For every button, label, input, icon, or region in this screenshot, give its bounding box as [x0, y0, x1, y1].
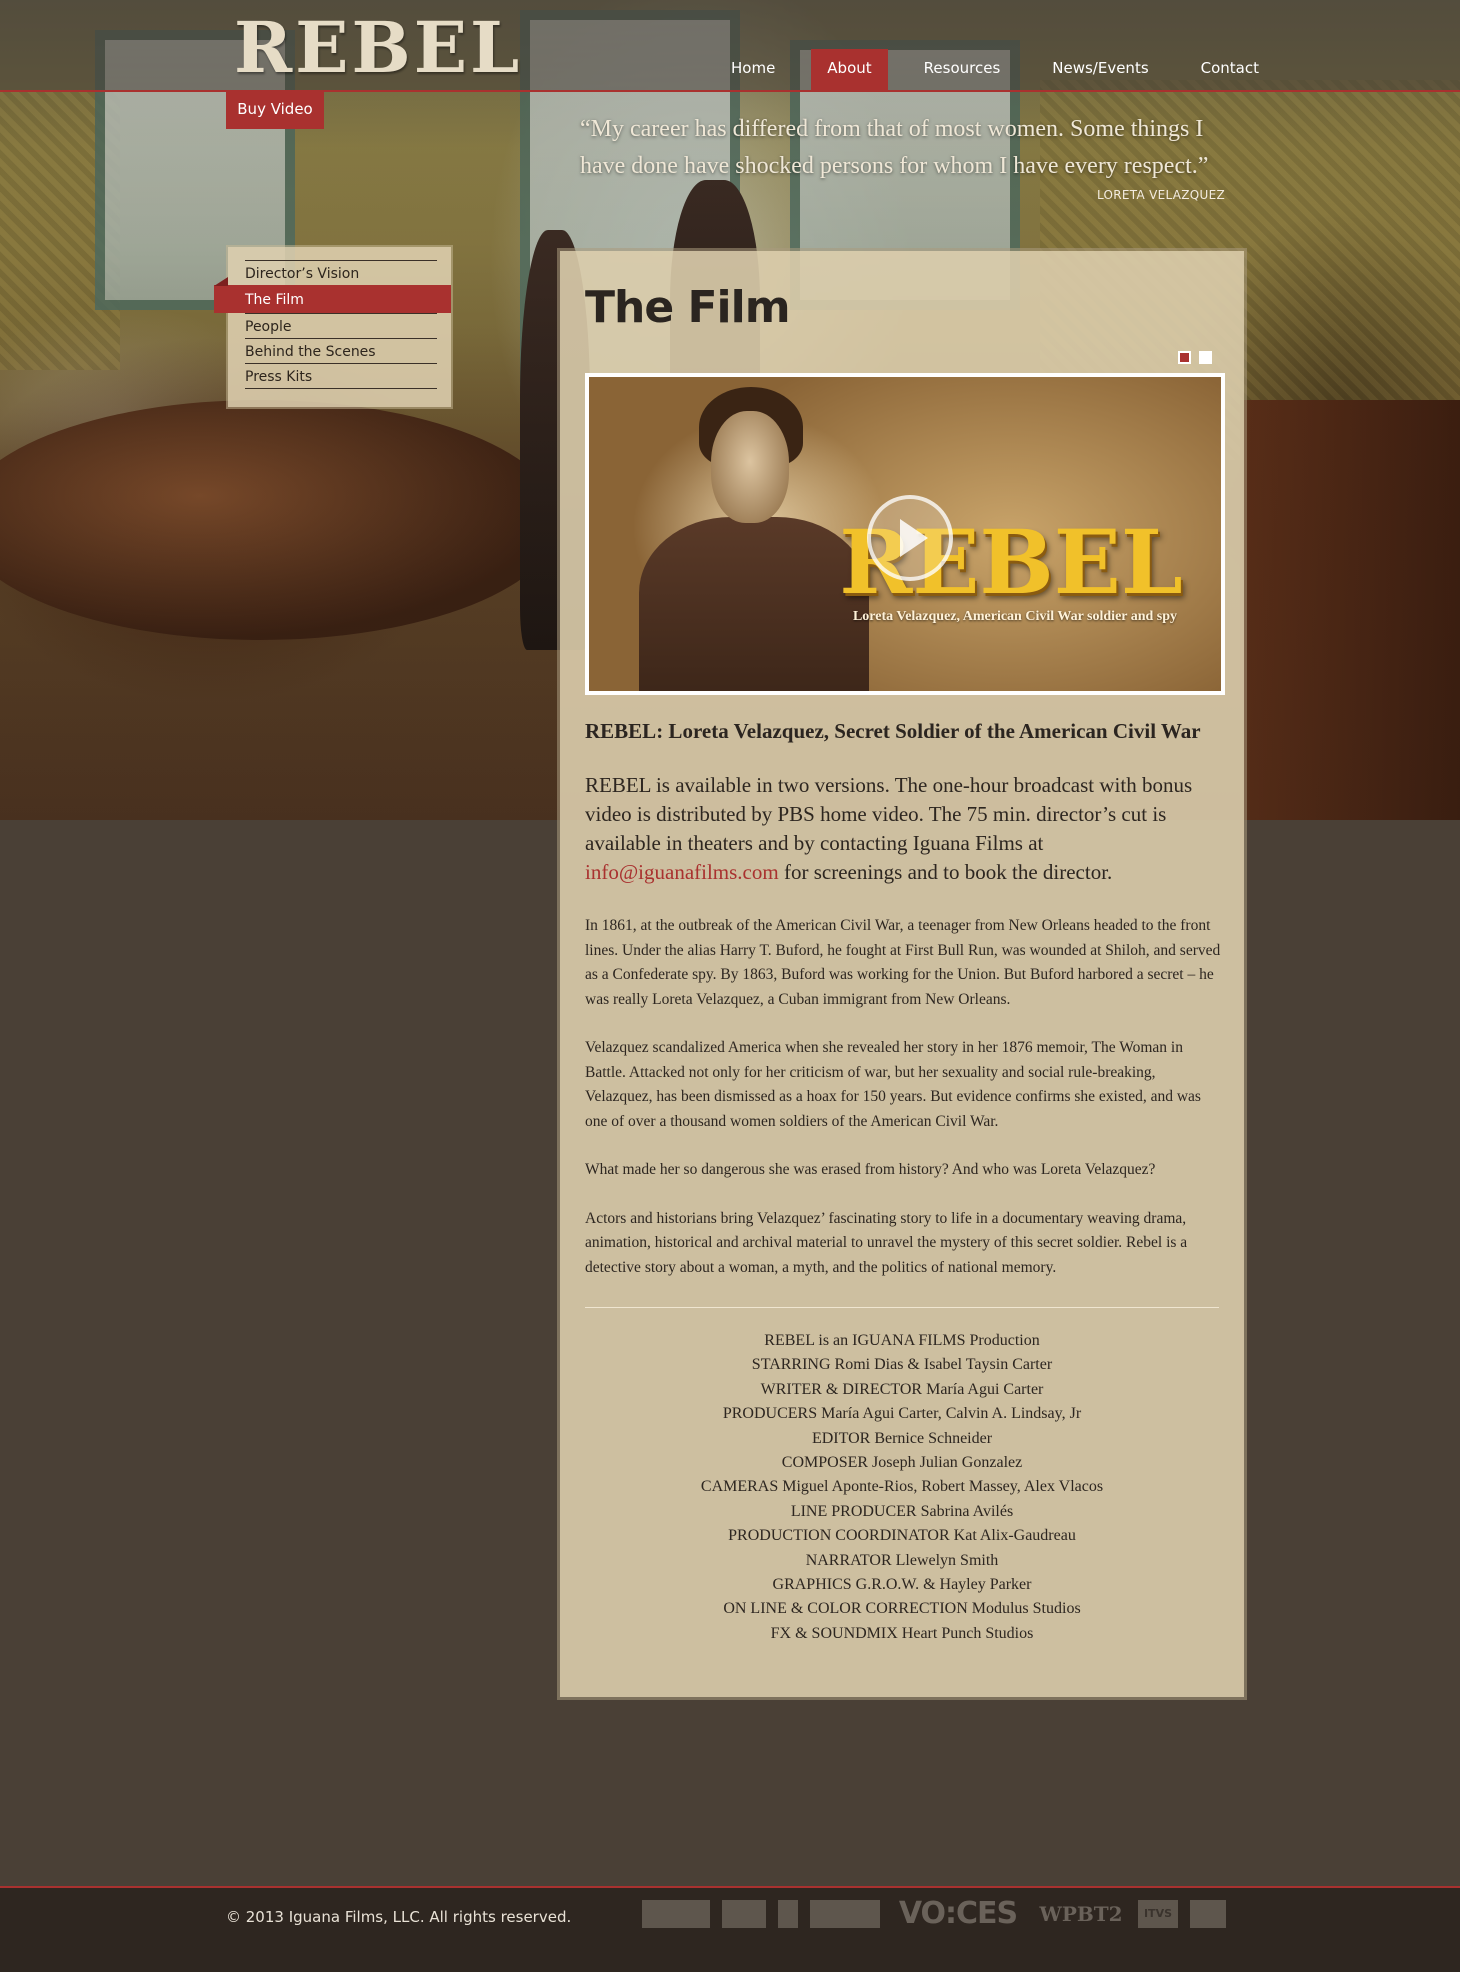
film-subtitle: REBEL: Loreta Velazquez, Secret Soldier … [585, 719, 1201, 743]
buy-video-button[interactable]: Buy Video [226, 91, 324, 129]
credit-line: CAMERAS Miguel Aponte-Rios, Robert Masse… [700, 1478, 1104, 1496]
credit-line: EDITOR Bernice Schneider [811, 1429, 993, 1447]
paragraph: What made her so dangerous she was erase… [585, 1161, 1156, 1178]
video-player[interactable]: REBEL Loreta Velazquez, American Civil W… [585, 373, 1225, 695]
partner-logo-voces[interactable]: VO:CES [892, 1899, 1024, 1929]
partner-logo-4[interactable] [810, 1900, 880, 1928]
subnav-people[interactable]: People [245, 313, 437, 338]
sub-navigation: Director’s Vision The Film People Behind… [214, 247, 451, 407]
credit-line: GRAPHICS G.R.O.W. & Hayley Parker [772, 1576, 1032, 1594]
nav-home[interactable]: Home [715, 49, 791, 90]
hero-quote: “My career has differed from that of mos… [580, 116, 1209, 179]
site-logo[interactable]: REBEL [234, 8, 522, 88]
partner-logo-wpbt2[interactable]: WPBT2 [1036, 1900, 1126, 1928]
partner-logos: VO:CES WPBT2 ITVS [642, 1899, 1238, 1929]
nav-about[interactable]: About [811, 49, 888, 90]
nav-contact[interactable]: Contact [1185, 49, 1275, 90]
credit-line: PRODUCTION COORDINATOR Kat Alix-Gaudreau [728, 1527, 1076, 1545]
credit-line: STARRING Romi Dias & Isabel Taysin Carte… [751, 1356, 1053, 1374]
paragraph: Velazquez scandalized America when she r… [585, 1039, 1201, 1130]
content-panel: The Film REBEL Loreta Velazquez, America… [560, 251, 1244, 1697]
credit-line: REBEL is an IGUANA FILMS Production [764, 1332, 1040, 1349]
paragraph: Actors and historians bring Velazquez’ f… [585, 1209, 1188, 1276]
nav-resources[interactable]: Resources [908, 49, 1017, 90]
partner-logo-seal[interactable] [778, 1900, 798, 1928]
credit-line: FX & SOUNDMIX Heart Punch Studios [770, 1624, 1034, 1642]
poster-figure-face [711, 411, 789, 523]
email-link[interactable]: info@iguanafilms.com [585, 860, 779, 884]
credit-line: ON LINE & COLOR CORRECTION Modulus Studi… [723, 1600, 1081, 1618]
credit-line: LINE PRODUCER Sabrina Avilés [790, 1502, 1014, 1520]
credit-line: WRITER & DIRECTOR María Agui Carter [760, 1380, 1044, 1398]
partner-logo-latino[interactable] [722, 1900, 766, 1928]
subnav-the-film[interactable]: The Film [214, 277, 451, 313]
partner-logo-9[interactable] [1190, 1900, 1226, 1928]
lead-text: REBEL is available in two versions. The … [585, 773, 1193, 855]
credit-line: NARRATOR Llewelyn Smith [805, 1551, 999, 1569]
video-poster-subtitle: Loreta Velazquez, American Civil War sol… [852, 609, 1178, 624]
main-nav: Home About Resources News/Events Contact [715, 49, 1295, 90]
subnav-behind-the-scenes[interactable]: Behind the Scenes [245, 338, 437, 363]
credit-line: PRODUCERS María Agui Carter, Calvin A. L… [722, 1405, 1082, 1423]
divider [585, 1307, 1219, 1308]
copyright: © 2013 Iguana Films, LLC. All rights res… [226, 1908, 572, 1926]
subnav-directors-vision[interactable]: Director’s Vision [245, 260, 437, 285]
lead-text-end: for screenings and to book the director. [778, 860, 1113, 884]
footer: © 2013 Iguana Films, LLC. All rights res… [0, 1886, 1460, 1972]
slider-dot-2[interactable] [1199, 351, 1212, 364]
credits-list: REBEL is an IGUANA FILMS Production STAR… [585, 1329, 1219, 1646]
slider-pagination [1178, 351, 1220, 364]
subnav-press-kits[interactable]: Press Kits [245, 363, 437, 389]
quote-author: LORETA VELAZQUEZ [1096, 188, 1225, 202]
partner-logo-1[interactable] [642, 1900, 710, 1928]
availability-paragraph: REBEL is available in two versions. The … [585, 771, 1225, 887]
header-bar: REBEL Home About Resources News/Events C… [0, 0, 1460, 92]
partner-logo-itvs[interactable]: ITVS [1138, 1900, 1178, 1928]
slider-dot-1[interactable] [1178, 351, 1191, 364]
credit-line: COMPOSER Joseph Julian Gonzalez [781, 1454, 1023, 1472]
film-description: In 1861, at the outbreak of the American… [585, 914, 1225, 1304]
play-icon[interactable] [867, 495, 953, 581]
paragraph: In 1861, at the outbreak of the American… [585, 917, 1221, 1008]
nav-news-events[interactable]: News/Events [1036, 49, 1164, 90]
page-title: The Film [585, 282, 791, 333]
